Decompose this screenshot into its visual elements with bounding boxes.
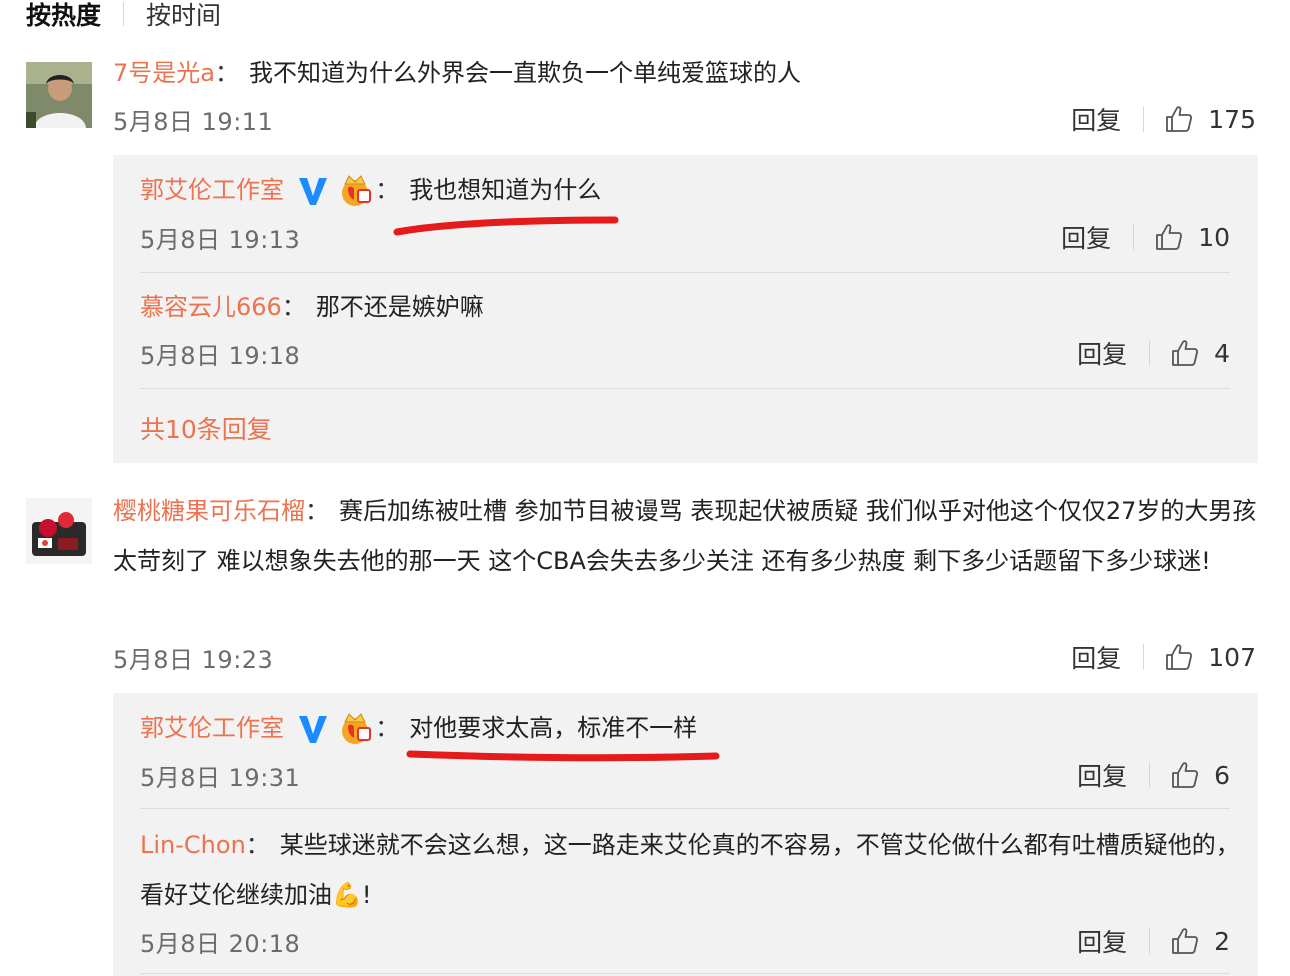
reply-1-2-time: 5月8日 19:18 bbox=[140, 342, 301, 370]
like-icon[interactable] bbox=[1170, 338, 1200, 368]
divider bbox=[140, 808, 1230, 809]
reply-2-2-text-end: ! bbox=[361, 881, 372, 909]
reply-2-1-like-count: 6 bbox=[1214, 760, 1230, 790]
reply-2-2-time: 5月8日 20:18 bbox=[140, 930, 301, 958]
comment-2-reply-button[interactable]: 回复 bbox=[1071, 639, 1121, 675]
comment-1-reply-button[interactable]: 回复 bbox=[1071, 101, 1121, 137]
reply-1-1-like-count: 10 bbox=[1198, 222, 1230, 252]
reply-1-1-reply-button[interactable]: 回复 bbox=[1061, 219, 1111, 255]
comment-2-username[interactable]: 樱桃糖果可乐石榴 bbox=[113, 497, 305, 525]
like-icon[interactable] bbox=[1154, 222, 1184, 252]
reply-2-2-reply-button[interactable]: 回复 bbox=[1077, 923, 1127, 959]
comment-2-time: 5月8日 19:23 bbox=[113, 646, 274, 674]
reply-2-1-time: 5月8日 19:31 bbox=[140, 764, 301, 792]
crown-badge-icon bbox=[342, 175, 372, 206]
red-underline-annotation bbox=[393, 216, 619, 236]
reply-1-2-actions: 回复 4 bbox=[1077, 335, 1230, 371]
like-icon[interactable] bbox=[1164, 642, 1194, 672]
view-all-replies-link[interactable]: 共10条回复 bbox=[140, 410, 272, 446]
reply-1-1-actions: 回复 10 bbox=[1061, 219, 1230, 255]
comment-1-line: 7号是光a： 我不知道为什么外界会一直欺负一个单纯爱篮球的人 bbox=[113, 59, 801, 87]
reply-2-1-text: 对他要求太高，标准不一样 bbox=[409, 714, 698, 742]
sort-by-time-tab[interactable]: 按时间 bbox=[146, 0, 221, 32]
reply-2-2-like-count: 2 bbox=[1214, 926, 1230, 956]
reply-2-2-text: 某些球迷就不会这么想，这一路走来艾伦真的不容易，不管艾伦做什么都有吐槽质疑他的，… bbox=[140, 831, 1240, 909]
comment-1-like-count: 175 bbox=[1208, 104, 1256, 134]
divider bbox=[140, 388, 1230, 389]
like-icon[interactable] bbox=[1170, 760, 1200, 790]
reply-1-1-username[interactable]: 郭艾伦工作室 bbox=[140, 176, 284, 204]
verified-v-icon bbox=[298, 178, 327, 205]
comment-2-line: 樱桃糖果可乐石榴： 赛后加练被吐槽 参加节目被谩骂 表现起伏被质疑 我们似乎对他这… bbox=[113, 497, 1257, 575]
comment-2-like-count: 107 bbox=[1208, 642, 1256, 672]
red-underline-annotation bbox=[406, 750, 720, 762]
comment-2-actions: 回复 107 bbox=[1071, 639, 1256, 675]
reply-1-2-reply-button[interactable]: 回复 bbox=[1077, 335, 1127, 371]
reply-2-2-username[interactable]: Lin-Chon bbox=[140, 831, 246, 859]
comment-1-username[interactable]: 7号是光a bbox=[113, 59, 215, 87]
avatar-7hao[interactable] bbox=[26, 62, 92, 128]
reply-2-1-actions: 回复 6 bbox=[1077, 757, 1230, 793]
reply-1-1-line: 郭艾伦工作室 ：我也想知道为什么 bbox=[140, 165, 601, 215]
tab-divider bbox=[123, 2, 125, 26]
divider bbox=[140, 272, 1230, 273]
comment-1-actions: 回复 175 bbox=[1071, 101, 1256, 137]
reply-1-2-username[interactable]: 慕容云儿666 bbox=[140, 293, 282, 321]
verified-v-icon bbox=[298, 716, 327, 743]
comment-1-text: 我不知道为什么外界会一直欺负一个单纯爱篮球的人 bbox=[248, 59, 801, 87]
reply-1-1-time: 5月8日 19:13 bbox=[140, 226, 301, 254]
reply-1-1-text: 我也想知道为什么 bbox=[409, 176, 602, 204]
avatar-yingtao[interactable] bbox=[26, 498, 92, 564]
sort-tabs: 按热度 按时间 bbox=[26, 0, 221, 34]
reply-2-2-line: Lin-Chon： 某些球迷就不会这么想，这一路走来艾伦真的不容易，不管艾伦做什么… bbox=[140, 831, 1240, 909]
comment-1-time: 5月8日 19:11 bbox=[113, 108, 274, 136]
flexed-biceps-emoji: 💪 bbox=[332, 881, 362, 909]
sort-by-hot-tab[interactable]: 按热度 bbox=[26, 0, 101, 32]
reply-2-2-actions: 回复 2 bbox=[1077, 923, 1230, 959]
reply-2-1-reply-button[interactable]: 回复 bbox=[1077, 757, 1127, 793]
reply-1-2-like-count: 4 bbox=[1214, 338, 1230, 368]
divider bbox=[140, 973, 1230, 974]
reply-1-2-line: 慕容云儿666： 那不还是嫉妒嘛 bbox=[140, 293, 484, 321]
reply-1-2-text: 那不还是嫉妒嘛 bbox=[315, 293, 484, 321]
reply-2-1-username[interactable]: 郭艾伦工作室 bbox=[140, 714, 284, 742]
like-icon[interactable] bbox=[1164, 104, 1194, 134]
like-icon[interactable] bbox=[1170, 926, 1200, 956]
crown-badge-icon bbox=[342, 713, 372, 744]
